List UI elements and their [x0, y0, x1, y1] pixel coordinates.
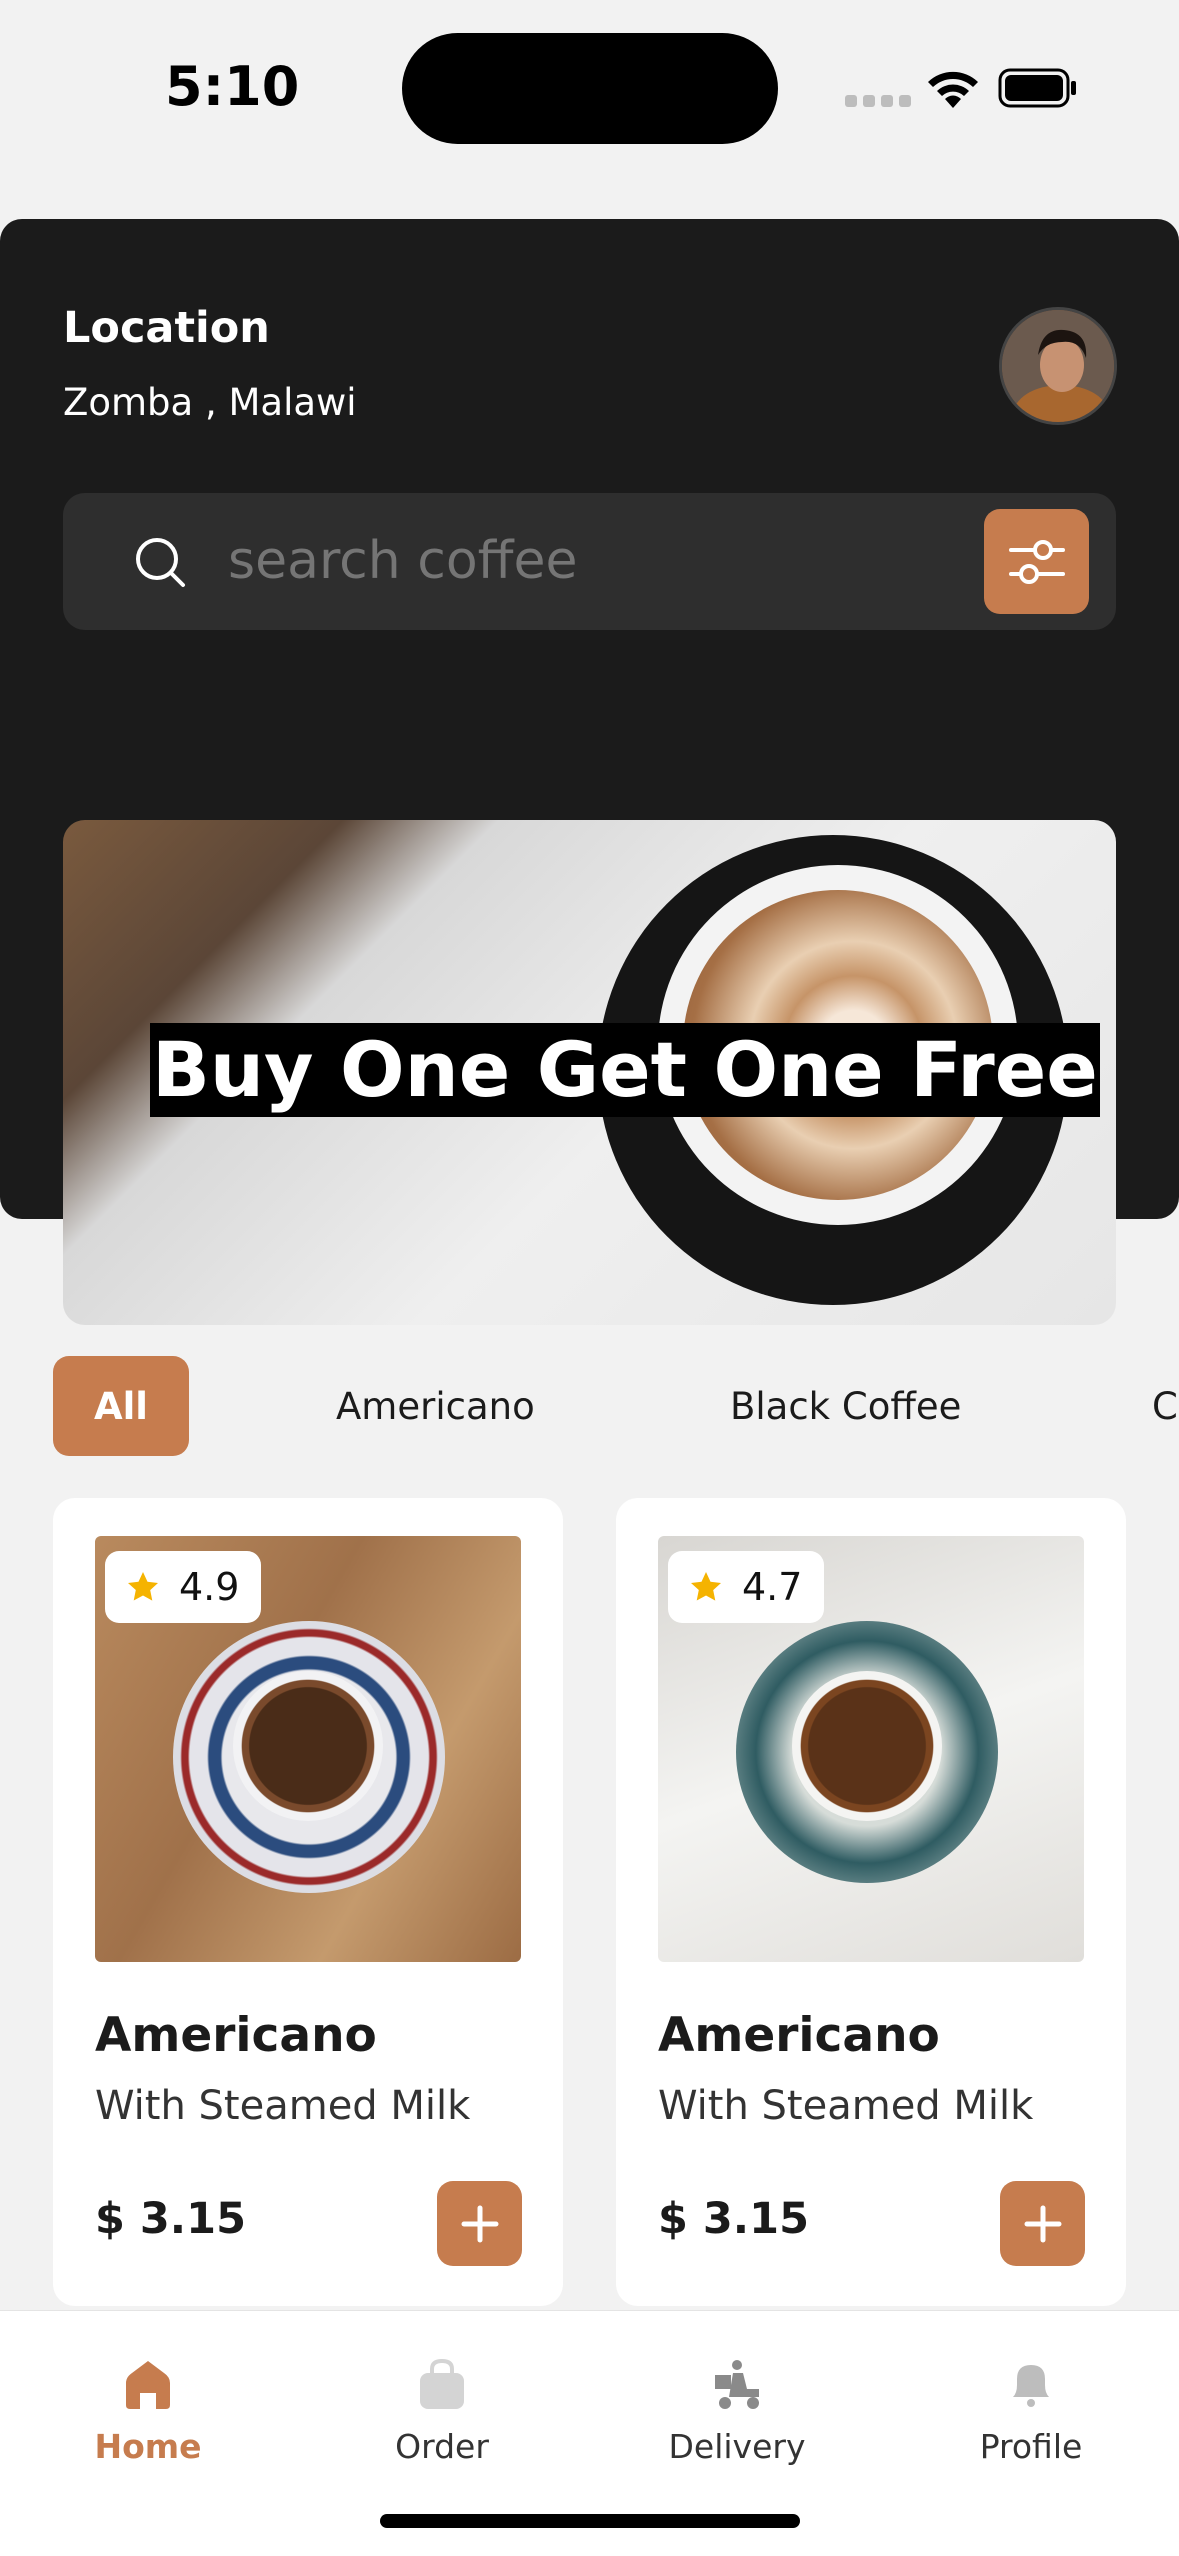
product-subtitle: With Steamed Milk — [658, 2083, 1034, 2129]
rating-badge: 4.9 — [105, 1551, 262, 1623]
add-to-cart-button[interactable] — [1000, 2181, 1085, 2266]
tab-label: Home — [94, 2427, 202, 2466]
category-tabs: All Americano Black Coffee C — [0, 1356, 1179, 1456]
wifi-icon — [928, 71, 978, 108]
product-image: 4.7 — [658, 1536, 1084, 1962]
delivery-scooter-icon — [715, 2360, 759, 2409]
star-icon — [691, 1572, 721, 1601]
add-to-cart-button[interactable] — [437, 2181, 522, 2266]
battery-icon — [998, 68, 1076, 108]
tab-label: Order — [395, 2427, 489, 2466]
home-icon — [126, 2361, 170, 2409]
product-card[interactable]: 4.9 Americano With Steamed Milk $ 3.15 — [53, 1498, 563, 2306]
search-input[interactable] — [228, 531, 928, 591]
product-name: Americano — [95, 2008, 377, 2063]
status-time: 5:10 — [165, 55, 300, 118]
category-tab-truncated[interactable]: C — [1152, 1356, 1178, 1456]
category-tab-black-coffee[interactable]: Black Coffee — [730, 1356, 961, 1456]
plus-icon — [461, 2205, 498, 2242]
location-label: Location — [63, 303, 270, 353]
search-bar[interactable] — [63, 493, 1116, 630]
home-indicator[interactable] — [380, 2514, 800, 2528]
plus-icon — [1024, 2205, 1061, 2242]
product-card[interactable]: 4.7 Americano With Steamed Milk $ 3.15 — [616, 1498, 1126, 2306]
status-bar: 5:10 — [0, 0, 1179, 180]
filter-button[interactable] — [984, 509, 1089, 614]
tab-label: Delivery — [668, 2427, 806, 2466]
tab-profile[interactable]: Profile — [941, 2357, 1121, 2466]
rating-value: 4.7 — [742, 1565, 803, 1609]
tab-order[interactable]: Order — [352, 2357, 532, 2466]
product-price: $ 3.15 — [95, 2194, 246, 2244]
star-icon — [128, 1572, 158, 1601]
search-icon — [136, 538, 185, 587]
category-tab-all[interactable]: All — [53, 1356, 189, 1456]
rating-value: 4.9 — [179, 1565, 240, 1609]
product-image: 4.9 — [95, 1536, 521, 1962]
tab-home[interactable]: Home — [58, 2357, 238, 2466]
bag-icon — [420, 2358, 464, 2409]
tab-delivery[interactable]: Delivery — [647, 2357, 827, 2466]
promo-banner[interactable]: Buy One Get One Free — [63, 820, 1116, 1325]
product-price: $ 3.15 — [658, 2194, 809, 2244]
location-value[interactable]: Zomba , Malawi — [63, 381, 357, 424]
category-tab-americano[interactable]: Americano — [336, 1356, 535, 1456]
product-name: Americano — [658, 2008, 940, 2063]
cellular-signal-icon — [845, 95, 911, 107]
bell-icon — [1013, 2365, 1049, 2407]
rating-badge: 4.7 — [668, 1551, 825, 1623]
tab-label: Profile — [979, 2427, 1083, 2466]
product-subtitle: With Steamed Milk — [95, 2083, 471, 2129]
dynamic-island — [402, 33, 778, 144]
promo-title: Buy One Get One Free — [150, 1023, 1100, 1117]
sliders-icon — [1008, 539, 1065, 584]
avatar[interactable] — [999, 307, 1117, 425]
